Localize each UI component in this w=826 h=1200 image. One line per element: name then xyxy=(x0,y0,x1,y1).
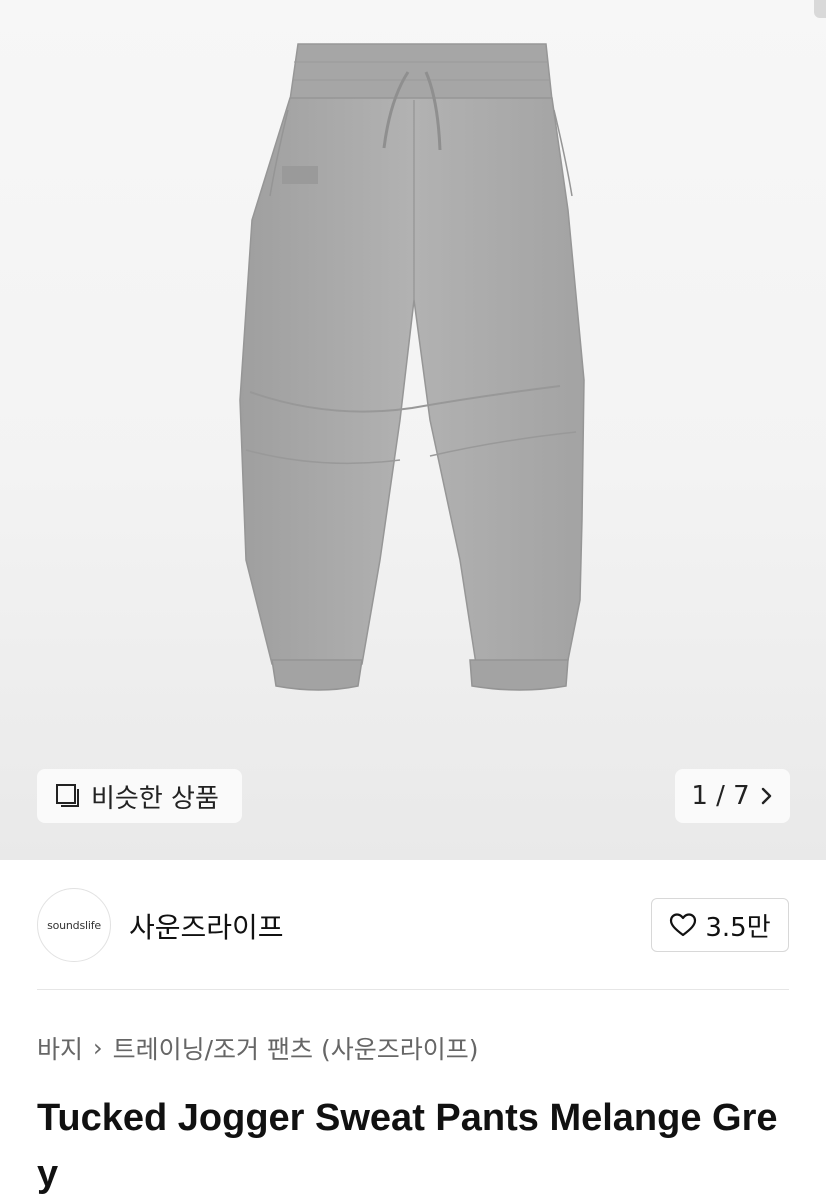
similar-products-label: 비슷한 상품 xyxy=(91,783,219,814)
chevron-right-icon: › xyxy=(93,1034,103,1062)
product-image-gallery[interactable]: 비슷한 상품 1 / 7 xyxy=(0,0,826,860)
brand-name[interactable]: 사운즈라이프 xyxy=(129,906,284,946)
image-pager-button[interactable]: 1 / 7 xyxy=(675,769,790,823)
brand-logo[interactable]: soundslife xyxy=(37,888,111,962)
stack-icon xyxy=(56,784,79,807)
like-button[interactable]: 3.5만 xyxy=(651,898,789,952)
brand-row: soundslife 사운즈라이프 3.5만 xyxy=(37,888,789,962)
brand-logo-text: soundslife xyxy=(47,918,101,932)
breadcrumb-category[interactable]: 바지 xyxy=(37,1030,83,1066)
heart-icon xyxy=(670,913,697,937)
similar-products-button[interactable]: 비슷한 상품 xyxy=(37,769,242,823)
breadcrumb: 바지 › 트레이닝/조거 팬츠 (사운즈라이프) xyxy=(37,1030,478,1066)
chevron-right-icon xyxy=(761,787,771,805)
image-pager-text: 1 / 7 xyxy=(691,781,750,811)
divider xyxy=(37,989,789,990)
breadcrumb-subcategory[interactable]: 트레이닝/조거 팬츠 (사운즈라이프) xyxy=(113,1030,479,1066)
product-image[interactable] xyxy=(0,0,826,860)
product-title: Tucked Jogger Sweat Pants Melange Grey xyxy=(37,1097,778,1195)
like-count: 3.5만 xyxy=(705,912,771,943)
